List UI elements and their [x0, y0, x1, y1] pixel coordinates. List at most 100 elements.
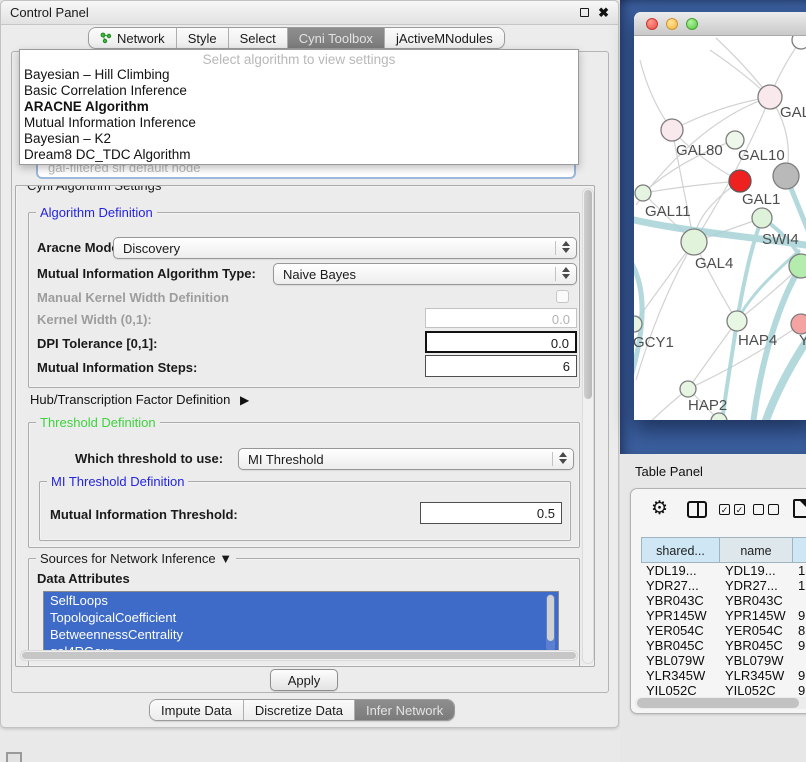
table-body: YDL19...YDL19...13 YDR27...YDR27...12 YB… [641, 563, 806, 698]
window-close-button[interactable] [646, 18, 658, 30]
tab-select-label: Select [240, 31, 276, 46]
network-node[interactable] [791, 314, 806, 334]
table-row[interactable]: YIL052CYIL052C9. [641, 683, 806, 698]
mi-threshold-group: MI Threshold Definition Mutual Informati… [39, 481, 571, 541]
which-threshold-value: MI Threshold [248, 452, 324, 467]
network-node[interactable] [727, 311, 747, 331]
tab-style[interactable]: Style [177, 28, 229, 48]
network-node[interactable] [758, 85, 782, 109]
hub-definition-toggle[interactable]: Hub/Transcription Factor Definition ▶ [30, 392, 249, 407]
column-header-clipped[interactable] [793, 537, 806, 563]
network-node-label: GAL11 [645, 203, 691, 220]
table-row[interactable]: YDR27...YDR27...12 [641, 578, 806, 593]
tab-cyni-toolbox[interactable]: Cyni Toolbox [288, 28, 385, 48]
kernel-width-field[interactable]: 0.0 [425, 308, 577, 328]
table-row[interactable]: YBR045CYBR045C9. [641, 638, 806, 653]
table-row[interactable]: YLR345WYLR345W9. [641, 668, 806, 683]
attributes-scrollbar[interactable] [546, 594, 555, 652]
network-canvas[interactable]: GAL80 GAL10 GAL1 GAL11 SWI4 GAL4 GCY1 HA… [634, 36, 806, 420]
collapse-down-icon[interactable]: ▼ [219, 551, 232, 566]
tab-network[interactable]: Network [89, 28, 177, 48]
network-node[interactable] [792, 36, 806, 49]
network-node[interactable] [635, 185, 651, 201]
attribute-item[interactable]: SelfLoops [44, 592, 558, 609]
network-node[interactable] [752, 208, 772, 228]
tab-infer-network-label: Infer Network [366, 703, 443, 718]
float-window-icon[interactable] [580, 8, 589, 17]
network-node[interactable] [773, 163, 799, 189]
tab-infer-network[interactable]: Infer Network [355, 700, 454, 720]
cell [793, 593, 806, 608]
tab-style-label: Style [188, 31, 217, 46]
cell: YBL079W [720, 653, 793, 668]
network-node-label: GAL80 [676, 142, 723, 159]
cell: YBL079W [641, 653, 720, 668]
cell: 9. [793, 683, 806, 698]
minimized-panel-icon[interactable] [6, 752, 22, 762]
network-node[interactable] [661, 119, 683, 141]
network-node[interactable] [681, 229, 707, 255]
cell: 8. [793, 623, 806, 638]
settings-vertical-scrollbar[interactable] [582, 188, 594, 664]
column-header-shared-name[interactable]: shared... [641, 537, 720, 563]
cell: YDR27... [641, 578, 720, 593]
unchecked-box-icon[interactable] [768, 504, 779, 515]
tab-impute-data[interactable]: Impute Data [150, 700, 244, 720]
settings-horizontal-scrollbar[interactable] [20, 650, 578, 661]
expand-right-icon: ▶ [240, 393, 249, 407]
column-header-name[interactable]: name [720, 537, 793, 563]
dpi-tolerance-field[interactable]: 0.0 [425, 331, 577, 353]
which-threshold-combo[interactable]: MI Threshold [238, 448, 574, 470]
attribute-item[interactable]: TopologicalCoefficient [44, 609, 558, 626]
window-zoom-button[interactable] [686, 18, 698, 30]
algorithm-option[interactable]: Bayesian – Hill Climbing [20, 67, 578, 83]
tab-jactivemnodules[interactable]: jActiveMNodules [385, 28, 504, 48]
aracne-mode-value: Discovery [123, 241, 180, 256]
sources-title-text: Sources for Network Inference [40, 551, 216, 566]
algorithm-option-selected[interactable]: ARACNE Algorithm [20, 99, 578, 115]
mi-algorithm-type-combo[interactable]: Naive Bayes [273, 263, 577, 285]
columns-icon[interactable] [687, 501, 707, 518]
table-row[interactable]: YBR043CYBR043C [641, 593, 806, 608]
combo-stepper-icon [560, 267, 571, 279]
algorithm-dropdown-popup: Select algorithm to view settings Bayesi… [19, 49, 579, 165]
cell: YDL19... [641, 563, 720, 578]
mi-threshold-label: Mutual Information Threshold: [50, 507, 238, 522]
data-attributes-list[interactable]: SelfLoops TopologicalCoefficient Between… [43, 591, 559, 655]
network-node-label: GAL10 [738, 147, 785, 164]
gear-icon[interactable]: ⚙ [651, 499, 668, 518]
table-row[interactable]: YDL19...YDL19...13 [641, 563, 806, 578]
cell: YDR27... [720, 578, 793, 593]
table-window: ⚙ ✓ ✓ shared... name YDL19...YDL19...13 … [630, 488, 806, 714]
network-node[interactable] [789, 254, 806, 278]
algorithm-option[interactable]: Basic Correlation Inference [20, 83, 578, 99]
cell: YIL052C [641, 683, 720, 698]
table-row[interactable]: YER054CYER054C8. [641, 623, 806, 638]
algorithm-option[interactable]: Bayesian – K2 [20, 131, 578, 147]
algorithm-option[interactable]: Mutual Information Inference [20, 115, 578, 131]
window-minimize-button[interactable] [666, 18, 678, 30]
table-row[interactable]: YPR145WYPR145W9. [641, 608, 806, 623]
mi-threshold-field[interactable]: 0.5 [420, 502, 562, 524]
algorithm-definition-title: Algorithm Definition [36, 205, 157, 220]
manual-kernel-width-checkbox[interactable] [556, 290, 569, 303]
tab-network-label: Network [117, 31, 165, 46]
unchecked-box-icon[interactable] [753, 504, 764, 515]
tab-select[interactable]: Select [229, 28, 288, 48]
kernel-width-label: Kernel Width (0,1): [37, 312, 152, 327]
apply-button[interactable]: Apply [270, 669, 338, 691]
close-icon[interactable]: ✖ [598, 6, 609, 19]
aracne-mode-combo[interactable]: Discovery [113, 237, 577, 259]
table-row[interactable]: YBL079WYBL079W [641, 653, 806, 668]
tab-discretize-data[interactable]: Discretize Data [244, 700, 355, 720]
checked-box-icon[interactable]: ✓ [734, 504, 745, 515]
mi-steps-field[interactable]: 6 [425, 355, 577, 377]
algorithm-option[interactable]: Dream8 DC_TDC Algorithm [20, 147, 578, 163]
network-node-selected[interactable] [729, 170, 751, 192]
checked-box-icon[interactable]: ✓ [719, 504, 730, 515]
file-icon[interactable] [793, 499, 806, 518]
attribute-item[interactable]: BetweennessCentrality [44, 626, 558, 643]
network-node[interactable] [680, 381, 696, 397]
table-horizontal-scrollbar[interactable] [635, 697, 806, 709]
algorithm-definition-group: Algorithm Definition Aracne Mode: Discov… [28, 212, 580, 388]
